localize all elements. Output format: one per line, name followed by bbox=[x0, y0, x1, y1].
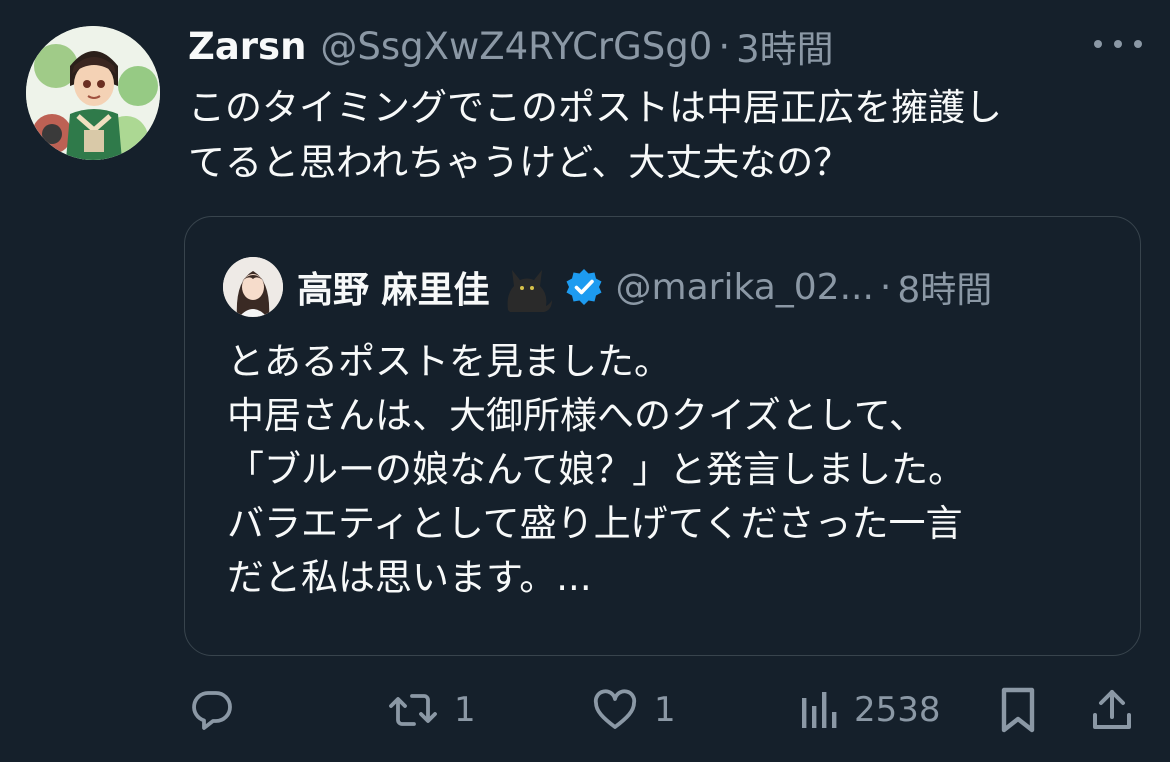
reply-icon bbox=[192, 691, 232, 730]
author-avatar[interactable] bbox=[26, 26, 160, 160]
views-button[interactable]: 2538 bbox=[796, 680, 941, 740]
header-separator: · bbox=[718, 24, 731, 68]
repost-button[interactable]: 1 bbox=[386, 680, 476, 740]
more-dot-icon bbox=[1134, 40, 1142, 48]
quoted-post[interactable]: 高野 麻里佳 @marika_02... · 8時間 とあるポストを見ました。 … bbox=[184, 216, 1141, 656]
views-chart-icon bbox=[802, 692, 837, 728]
repost-icon bbox=[389, 694, 437, 726]
person-avatar-icon bbox=[223, 257, 283, 317]
heart-icon bbox=[593, 689, 637, 729]
post-action-bar: 1 1 2538 bbox=[0, 680, 1170, 740]
quoted-header-separator: · bbox=[879, 266, 892, 308]
more-dot-icon bbox=[1114, 40, 1122, 48]
black-cat-emoji-icon bbox=[507, 270, 552, 312]
quoted-author-handle[interactable]: @marika_02... bbox=[616, 267, 874, 308]
bookmark-icon bbox=[1001, 687, 1035, 733]
anime-character-avatar-icon bbox=[26, 26, 160, 160]
share-icon bbox=[1093, 690, 1131, 729]
author-display-name[interactable]: Zarsn bbox=[188, 25, 306, 68]
post-text: このタイミングでこのポストは中居正広を擁護し てると思われちゃうけど、大丈夫なの… bbox=[188, 86, 1002, 184]
like-button[interactable]: 1 bbox=[590, 680, 676, 740]
reply-button[interactable] bbox=[188, 680, 236, 740]
share-button[interactable] bbox=[1088, 680, 1136, 740]
quoted-post-header: 高野 麻里佳 @marika_02... · 8時間 bbox=[223, 255, 992, 319]
views-count: 2538 bbox=[854, 690, 941, 730]
quoted-author-display-name[interactable]: 高野 麻里佳 bbox=[297, 261, 490, 313]
like-count: 1 bbox=[654, 690, 676, 730]
post-header: Zarsn @SsgXwZ4RYCrGSg0 · 3時間 bbox=[188, 19, 834, 73]
verified-badge-icon bbox=[566, 269, 602, 305]
author-handle[interactable]: @SsgXwZ4RYCrGSg0 bbox=[320, 25, 712, 68]
repost-count: 1 bbox=[454, 690, 476, 730]
quoted-post-timestamp[interactable]: 8時間 bbox=[897, 261, 992, 313]
quoted-post-text: とあるポストを見ました。 中居さんは、大御所様へのクイズとして、 「ブルーの娘な… bbox=[227, 340, 966, 599]
tweet[interactable]: Zarsn @SsgXwZ4RYCrGSg0 · 3時間 このタイミングでこのポ… bbox=[0, 0, 1170, 762]
more-dot-icon bbox=[1094, 40, 1102, 48]
quoted-author-avatar bbox=[223, 257, 283, 317]
bookmark-button[interactable] bbox=[996, 680, 1040, 740]
post-timestamp[interactable]: 3時間 bbox=[736, 19, 834, 73]
more-options-button[interactable] bbox=[1094, 32, 1142, 56]
